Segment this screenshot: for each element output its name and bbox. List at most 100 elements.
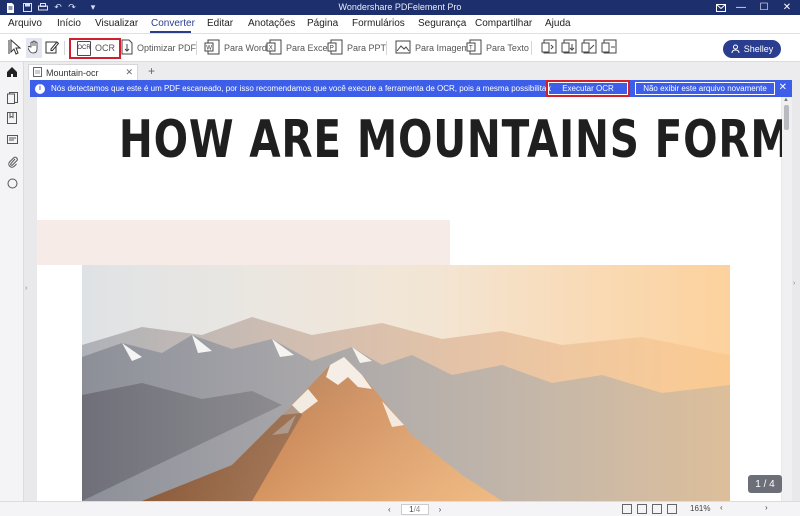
prev-page-icon[interactable]: ‹ <box>388 505 391 514</box>
svg-text:W: W <box>206 46 212 52</box>
edit-tool-button[interactable] <box>45 38 60 58</box>
optimize-icon <box>121 39 133 57</box>
hand-icon <box>27 40 40 56</box>
ppt-doc-icon: P <box>327 39 343 57</box>
convert-format-icon <box>581 39 597 57</box>
page-navigation: ‹ 1 /4 › <box>388 504 441 515</box>
select-tool-button[interactable] <box>8 38 22 58</box>
word-doc-icon: W <box>204 39 220 57</box>
ocr-highlight-box <box>69 38 121 59</box>
svg-text:T: T <box>469 46 473 52</box>
page-indicator: 1 / 4 <box>748 475 782 493</box>
hand-tool-button[interactable] <box>26 38 42 58</box>
image-doc-icon <box>395 39 411 57</box>
document-tab[interactable]: Mountain-ocr ✕ <box>28 64 138 80</box>
convert-format-button-4[interactable] <box>601 38 617 58</box>
menu-pagina[interactable]: Página <box>307 18 338 29</box>
vertical-scrollbar[interactable]: ▲ <box>782 97 792 501</box>
excel-doc-icon: X <box>266 39 282 57</box>
comment-icon[interactable] <box>6 134 18 146</box>
toolbar-divider <box>386 41 387 55</box>
to-image-label: Para Imagem <box>415 43 470 53</box>
convert-format-icon <box>561 39 577 57</box>
to-word-button[interactable]: W Para Word <box>204 38 267 58</box>
close-notice-icon[interactable]: ✕ <box>779 82 787 93</box>
page-number-input[interactable]: 1 /4 <box>400 504 429 515</box>
menu-arquivo[interactable]: Arquivo <box>8 18 42 29</box>
batch-convert-button[interactable] <box>541 38 557 58</box>
menu-compartilhar[interactable]: Compartilhar <box>475 18 532 29</box>
notice-message: Nós detectamos que este é um PDF escanea… <box>51 84 551 93</box>
left-sidebar <box>0 62 24 516</box>
document-tab-bar: Mountain-ocr ✕ + <box>24 62 800 80</box>
next-page-icon[interactable]: › <box>439 505 442 514</box>
toolbar-divider <box>531 41 532 55</box>
menu-editar[interactable]: Editar <box>207 18 233 29</box>
document-heading: HOW ARE MOUNTAINS FORMED? <box>118 110 782 170</box>
svg-text:P: P <box>330 46 334 52</box>
zoom-out-icon[interactable]: ‹ <box>720 503 723 512</box>
mountain-photo <box>82 265 730 501</box>
document-tab-label: Mountain-ocr <box>46 67 99 78</box>
menu-formularios[interactable]: Formulários <box>352 18 405 29</box>
continuous-view-icon[interactable] <box>637 504 647 514</box>
maximize-button[interactable]: ☐ <box>754 0 774 15</box>
run-ocr-highlight-box <box>546 80 630 97</box>
zoom-in-icon[interactable]: › <box>765 503 768 512</box>
to-text-label: Para Texto <box>486 43 529 53</box>
menu-ajuda[interactable]: Ajuda <box>545 18 571 29</box>
two-page-view-icon[interactable] <box>652 504 662 514</box>
edit-icon <box>45 40 60 56</box>
left-panel-toggle-icon[interactable]: › <box>25 285 27 292</box>
search-panel-icon[interactable] <box>6 177 18 189</box>
to-excel-button[interactable]: X Para Excel <box>266 38 330 58</box>
status-bar: ‹ 1 /4 › 161% ‹ › <box>0 501 800 516</box>
to-word-label: Para Word <box>224 43 267 53</box>
text-doc-icon: T <box>466 39 482 57</box>
optimize-pdf-button[interactable]: Optimizar PDF <box>121 38 196 58</box>
cursor-icon <box>8 38 22 57</box>
add-tab-button[interactable]: + <box>148 64 155 78</box>
fit-page-icon[interactable] <box>667 504 677 514</box>
bookmark-icon[interactable] <box>6 112 18 124</box>
total-pages: /4 <box>413 505 421 514</box>
to-image-button[interactable]: Para Imagem <box>395 38 469 58</box>
zoom-level[interactable]: 161% <box>690 504 710 513</box>
info-icon: i <box>35 83 45 94</box>
to-ppt-button[interactable]: P Para PPT <box>327 38 386 58</box>
convert-format-button-2[interactable] <box>561 38 577 58</box>
attachment-icon[interactable] <box>6 156 18 168</box>
scroll-up-icon[interactable]: ▲ <box>783 97 789 103</box>
thumbnails-icon[interactable] <box>6 92 18 104</box>
dont-show-again-button[interactable]: Não exibir este arquivo novamente <box>635 82 775 95</box>
to-excel-label: Para Excel <box>286 43 330 53</box>
menu-visualizar[interactable]: Visualizar <box>95 18 138 29</box>
menu-seguranca[interactable]: Segurança <box>418 18 466 29</box>
ocr-notice-banner: i Nós detectamos que este é um PDF escan… <box>30 80 792 97</box>
convert-format-button-3[interactable] <box>581 38 597 58</box>
document-canvas[interactable]: HOW ARE MOUNTAINS FORMED? <box>30 97 782 501</box>
home-icon[interactable] <box>6 66 18 78</box>
window-title: Wondershare PDFelement Pro <box>338 2 462 12</box>
close-window-button[interactable]: ✕ <box>777 0 797 15</box>
toolbar-divider <box>64 41 65 55</box>
menu-converter[interactable]: Converter <box>151 18 195 29</box>
menu-anotacoes[interactable]: Anotações <box>248 18 295 29</box>
single-page-view-icon[interactable] <box>622 504 632 514</box>
decorative-block <box>37 220 450 265</box>
minimize-button[interactable]: — <box>731 0 751 15</box>
toolbar-divider <box>196 41 197 55</box>
close-tab-icon[interactable]: ✕ <box>125 67 133 78</box>
right-panel-toggle-icon[interactable]: › <box>793 280 795 287</box>
pdf-page: HOW ARE MOUNTAINS FORMED? <box>37 97 782 501</box>
scrollbar-thumb[interactable] <box>784 105 789 130</box>
menu-inicio[interactable]: Início <box>57 18 81 29</box>
convert-format-icon <box>601 39 617 57</box>
optimize-label: Optimizar PDF <box>137 43 197 53</box>
to-ppt-label: Para PPT <box>347 43 387 53</box>
user-account-button[interactable]: Shelley <box>723 40 781 58</box>
to-text-button[interactable]: T Para Texto <box>466 38 529 58</box>
title-bar: ↶ ↷ ▾ Wondershare PDFelement Pro — ☐ ✕ <box>0 0 800 15</box>
user-name: Shelley <box>743 44 774 54</box>
notification-icon[interactable] <box>711 0 731 15</box>
